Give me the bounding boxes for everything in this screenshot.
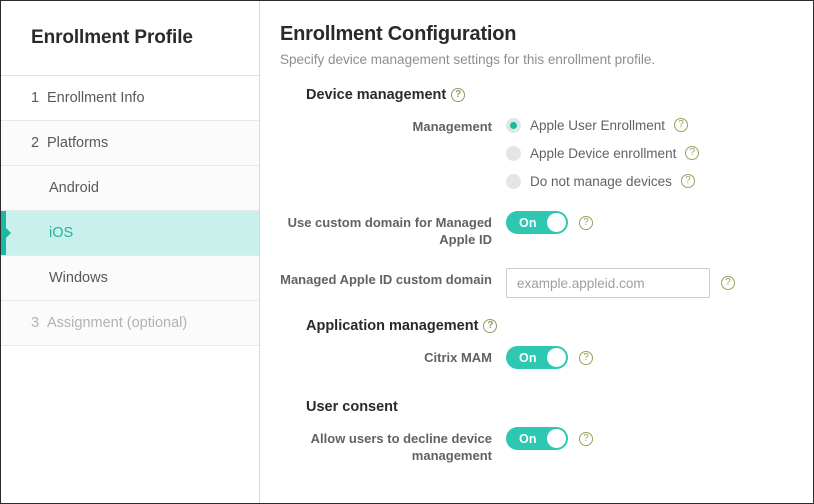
section-heading-label: Device management xyxy=(306,87,446,103)
toggle-knob xyxy=(547,213,566,232)
row-label-managed-apple-id-domain: Managed Apple ID custom domain xyxy=(280,268,506,288)
sidebar-item-enrollment-info[interactable]: 1 Enrollment Info xyxy=(1,76,259,121)
help-icon[interactable]: ? xyxy=(483,319,497,333)
help-icon[interactable]: ? xyxy=(685,146,699,160)
section-heading-label: User consent xyxy=(306,399,398,415)
sidebar-item-number: 1 xyxy=(31,90,47,106)
radio-button-icon[interactable] xyxy=(506,146,521,161)
section-heading-application-management: Application management ? xyxy=(280,318,813,334)
section-heading-user-consent: User consent xyxy=(280,399,813,415)
sidebar-item-windows[interactable]: Windows xyxy=(1,256,259,301)
row-managed-apple-id-domain: Managed Apple ID custom domain ? xyxy=(280,268,813,298)
section-heading-label: Application management xyxy=(306,318,478,334)
sidebar-title: Enrollment Profile xyxy=(1,1,259,76)
sidebar-item-ios[interactable]: iOS xyxy=(1,211,259,256)
sidebar-item-assignment[interactable]: 3 Assignment (optional) xyxy=(1,301,259,346)
radio-option-apple-user-enrollment[interactable]: Apple User Enrollment ? xyxy=(506,115,688,135)
control-use-custom-domain: On ? xyxy=(506,211,593,234)
managed-apple-id-domain-input[interactable] xyxy=(506,268,710,298)
sidebar-filler xyxy=(1,346,259,503)
control-citrix-mam: On ? xyxy=(506,346,593,369)
active-indicator-icon xyxy=(1,211,6,255)
sidebar-item-label: iOS xyxy=(49,225,73,241)
toggle-state-label: On xyxy=(519,351,537,365)
main-content: Enrollment Configuration Specify device … xyxy=(260,1,813,503)
enrollment-profile-window: Enrollment Profile 1 Enrollment Info 2 P… xyxy=(0,0,814,504)
sidebar-item-number: 3 xyxy=(31,315,47,331)
row-allow-decline-device-management: Allow users to decline device management… xyxy=(280,427,813,464)
row-label-management: Management xyxy=(280,115,506,135)
control-managed-apple-id-domain: ? xyxy=(506,268,735,298)
section-heading-device-management: Device management ? xyxy=(280,87,813,103)
sidebar-item-label: Enrollment Info xyxy=(47,90,145,106)
radio-option-label: Apple Device enrollment xyxy=(530,146,676,161)
toggle-use-custom-domain[interactable]: On xyxy=(506,211,568,234)
help-icon[interactable]: ? xyxy=(579,432,593,446)
row-label-allow-decline-device-management: Allow users to decline device management xyxy=(280,427,506,464)
row-label-use-custom-domain: Use custom domain for Managed Apple ID xyxy=(280,211,506,248)
sidebar-item-label: Windows xyxy=(49,270,108,286)
row-citrix-mam: Citrix MAM On ? xyxy=(280,346,813,369)
toggle-knob xyxy=(547,348,566,367)
help-icon[interactable]: ? xyxy=(721,276,735,290)
sidebar: Enrollment Profile 1 Enrollment Info 2 P… xyxy=(1,1,260,503)
radio-group-management: Apple User Enrollment ? Apple Device enr… xyxy=(506,115,699,191)
toggle-state-label: On xyxy=(519,216,537,230)
row-use-custom-domain: Use custom domain for Managed Apple ID O… xyxy=(280,211,813,248)
sidebar-item-android[interactable]: Android xyxy=(1,166,259,211)
toggle-allow-decline-device-management[interactable]: On xyxy=(506,427,568,450)
radio-option-label: Do not manage devices xyxy=(530,174,672,189)
help-icon[interactable]: ? xyxy=(579,351,593,365)
sidebar-item-label: Android xyxy=(49,180,99,196)
radio-option-apple-device-enrollment[interactable]: Apple Device enrollment ? xyxy=(506,143,699,163)
control-allow-decline-device-management: On ? xyxy=(506,427,593,450)
help-icon[interactable]: ? xyxy=(674,118,688,132)
help-icon[interactable]: ? xyxy=(681,174,695,188)
toggle-knob xyxy=(547,429,566,448)
row-label-citrix-mam: Citrix MAM xyxy=(280,346,506,366)
sidebar-item-platforms[interactable]: 2 Platforms xyxy=(1,121,259,166)
toggle-state-label: On xyxy=(519,432,537,446)
help-icon[interactable]: ? xyxy=(451,88,465,102)
page-subtitle: Specify device management settings for t… xyxy=(280,52,813,67)
page-title: Enrollment Configuration xyxy=(280,23,813,46)
radio-option-do-not-manage-devices[interactable]: Do not manage devices ? xyxy=(506,171,695,191)
sidebar-item-label: Assignment (optional) xyxy=(47,315,187,331)
radio-button-icon[interactable] xyxy=(506,118,521,133)
radio-option-label: Apple User Enrollment xyxy=(530,118,665,133)
sidebar-item-label: Platforms xyxy=(47,135,108,151)
radio-button-icon[interactable] xyxy=(506,174,521,189)
help-icon[interactable]: ? xyxy=(579,216,593,230)
sidebar-item-number: 2 xyxy=(31,135,47,151)
toggle-citrix-mam[interactable]: On xyxy=(506,346,568,369)
row-management: Management Apple User Enrollment ? Apple… xyxy=(280,115,813,191)
